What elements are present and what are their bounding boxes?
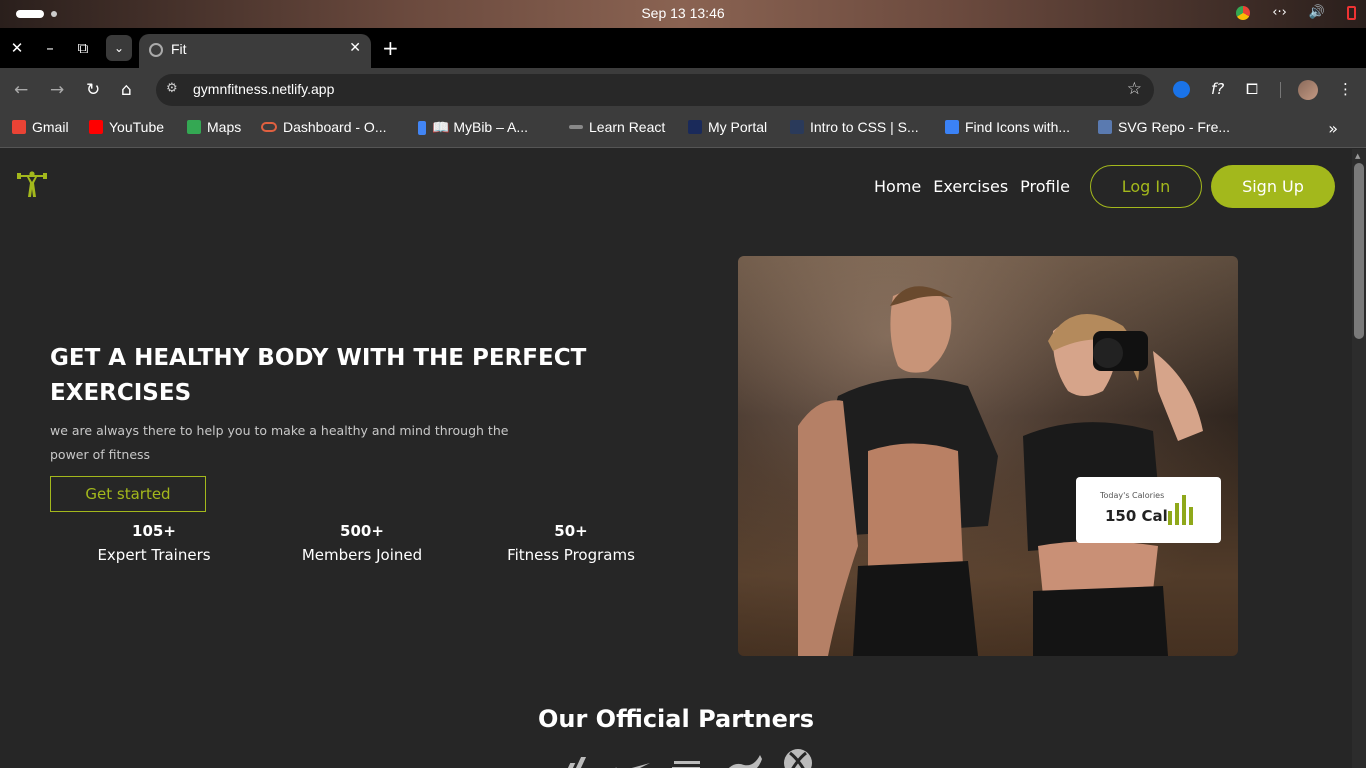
bookmark-mybib[interactable]: 📖 MyBib – A...	[418, 119, 528, 136]
bookmark-dashboard[interactable]: Dashboard - O...	[261, 119, 387, 135]
stat-programs: 50+ Fitness Programs	[471, 522, 671, 564]
signup-button[interactable]: Sign Up	[1211, 165, 1335, 208]
profile-avatar[interactable]	[1298, 80, 1318, 100]
adidas-logo-icon[interactable]	[562, 755, 594, 768]
globe-icon	[149, 43, 163, 57]
nav-home-link[interactable]: Home	[874, 177, 921, 196]
bookmark-find-icons[interactable]: Find Icons with...	[945, 119, 1070, 135]
partners-title: Our Official Partners	[537, 705, 814, 733]
svg-repo-icon	[1098, 120, 1112, 134]
flag-icon	[945, 120, 959, 134]
bookmark-flag-icon	[418, 120, 426, 135]
menu-kebab-icon[interactable]: ⋮	[1338, 80, 1353, 98]
react-icon	[569, 125, 583, 129]
reload-icon[interactable]: ↻	[86, 80, 100, 100]
nike-logo-icon[interactable]	[612, 755, 652, 768]
bookmark-intro-css[interactable]: Intro to CSS | S...	[790, 119, 919, 135]
maps-icon	[187, 120, 201, 134]
tab-search-button[interactable]: ⌄	[106, 35, 132, 61]
tab-strip: ✕ – ⧉ ⌄ Fit ✕ +	[0, 28, 1366, 68]
site-info-icon[interactable]: ⚙	[166, 81, 178, 96]
forward-icon[interactable]: →	[50, 80, 64, 100]
puma-logo-icon[interactable]	[724, 751, 764, 768]
network-icon[interactable]: ‹·›	[1272, 5, 1287, 20]
stat-value: 500+	[340, 522, 384, 540]
bookmark-svg-repo[interactable]: SVG Repo - Fre...	[1098, 119, 1230, 135]
bookmark-gmail[interactable]: Gmail	[12, 119, 69, 135]
oracle-icon	[261, 122, 277, 132]
css-icon	[790, 120, 804, 134]
hero-image: Today's Calories 150 Cal	[738, 256, 1238, 656]
portal-icon	[688, 120, 702, 134]
extension-shazam-icon[interactable]	[1173, 81, 1190, 98]
youtube-icon	[89, 120, 103, 134]
stat-trainers: 105+ Expert Trainers	[54, 522, 254, 564]
home-icon[interactable]: ⌂	[121, 80, 132, 100]
hero-title: GET A HEALTHY BODY WITH THE PERFECT EXER…	[50, 345, 587, 406]
partners-row	[562, 747, 814, 768]
tab-title: Fit	[171, 41, 187, 57]
woman-figure	[1023, 314, 1203, 656]
stat-value: 105+	[132, 522, 176, 540]
stat-value: 50+	[554, 522, 588, 540]
os-top-bar: Sep 13 13:46 ‹·› 🔊	[0, 0, 1366, 28]
stat-label: Expert Trainers	[97, 546, 211, 564]
login-button[interactable]: Log In	[1090, 165, 1202, 208]
chrome-icon[interactable]	[1236, 5, 1251, 20]
xbox-logo-icon[interactable]	[782, 747, 814, 768]
calories-card: Today's Calories 150 Cal	[1076, 477, 1221, 543]
new-balance-logo-icon[interactable]	[670, 755, 706, 768]
extensions-puzzle-icon[interactable]: ⧠	[1246, 80, 1258, 98]
hero-subtitle: we are always there to help you to make …	[50, 423, 509, 462]
minimize-window-icon[interactable]: –	[40, 38, 60, 58]
bookmarks-bar: Gmail YouTube Maps Dashboard - O... 📖 My…	[0, 112, 1366, 148]
close-window-icon[interactable]: ✕	[7, 38, 27, 58]
stat-label: Fitness Programs	[507, 546, 635, 564]
site-nav: Home Exercises Profile	[874, 177, 1070, 196]
restore-window-icon[interactable]: ⧉	[73, 38, 93, 58]
calories-value: 150 Cal	[1105, 507, 1168, 525]
browser-tab[interactable]: Fit ✕	[139, 34, 371, 68]
close-tab-icon[interactable]: ✕	[349, 40, 361, 56]
bar-chart-icon	[1168, 495, 1193, 525]
page-viewport: Home Exercises Profile Log In Sign Up GE…	[0, 149, 1352, 768]
bookmark-youtube[interactable]: YouTube	[89, 119, 164, 135]
os-clock[interactable]: Sep 13 13:46	[0, 5, 1366, 21]
get-started-button[interactable]: Get started	[50, 476, 206, 512]
nav-profile-link[interactable]: Profile	[1020, 177, 1070, 196]
stat-members: 500+ Members Joined	[262, 522, 462, 564]
stat-label: Members Joined	[301, 546, 423, 564]
back-icon[interactable]: ←	[14, 80, 28, 100]
battery-icon[interactable]	[1347, 5, 1356, 20]
address-bar[interactable]: ⚙ gymnfitness.netlify.app ☆	[156, 74, 1154, 106]
system-tray[interactable]: ‹·› 🔊	[1236, 5, 1356, 20]
man-figure	[798, 286, 998, 656]
browser-toolbar: ← → ↻ ⌂ ⚙ gymnfitness.netlify.app ☆ f? ⧠…	[0, 68, 1366, 112]
toolbar-divider	[1280, 82, 1281, 98]
url-text[interactable]: gymnfitness.netlify.app	[193, 81, 334, 97]
calories-label: Today's Calories	[1100, 491, 1165, 500]
bookmark-maps[interactable]: Maps	[187, 119, 241, 135]
page-scrollbar[interactable]: ▲	[1352, 149, 1366, 768]
volume-icon[interactable]: 🔊	[1309, 5, 1325, 20]
bookmark-my-portal[interactable]: My Portal	[688, 119, 767, 135]
new-tab-icon[interactable]: +	[382, 36, 399, 60]
bookmark-learn-react[interactable]: Learn React	[569, 119, 665, 135]
scroll-thumb[interactable]	[1354, 163, 1364, 339]
nav-exercises-link[interactable]: Exercises	[933, 177, 1008, 196]
extension-formula-icon[interactable]: f?	[1211, 80, 1224, 98]
gmail-icon	[12, 120, 26, 134]
bookmark-star-icon[interactable]: ☆	[1127, 79, 1142, 99]
more-bookmarks-icon[interactable]: »	[1328, 119, 1338, 138]
scroll-up-arrow-icon[interactable]: ▲	[1355, 152, 1360, 160]
site-logo[interactable]	[16, 167, 48, 199]
